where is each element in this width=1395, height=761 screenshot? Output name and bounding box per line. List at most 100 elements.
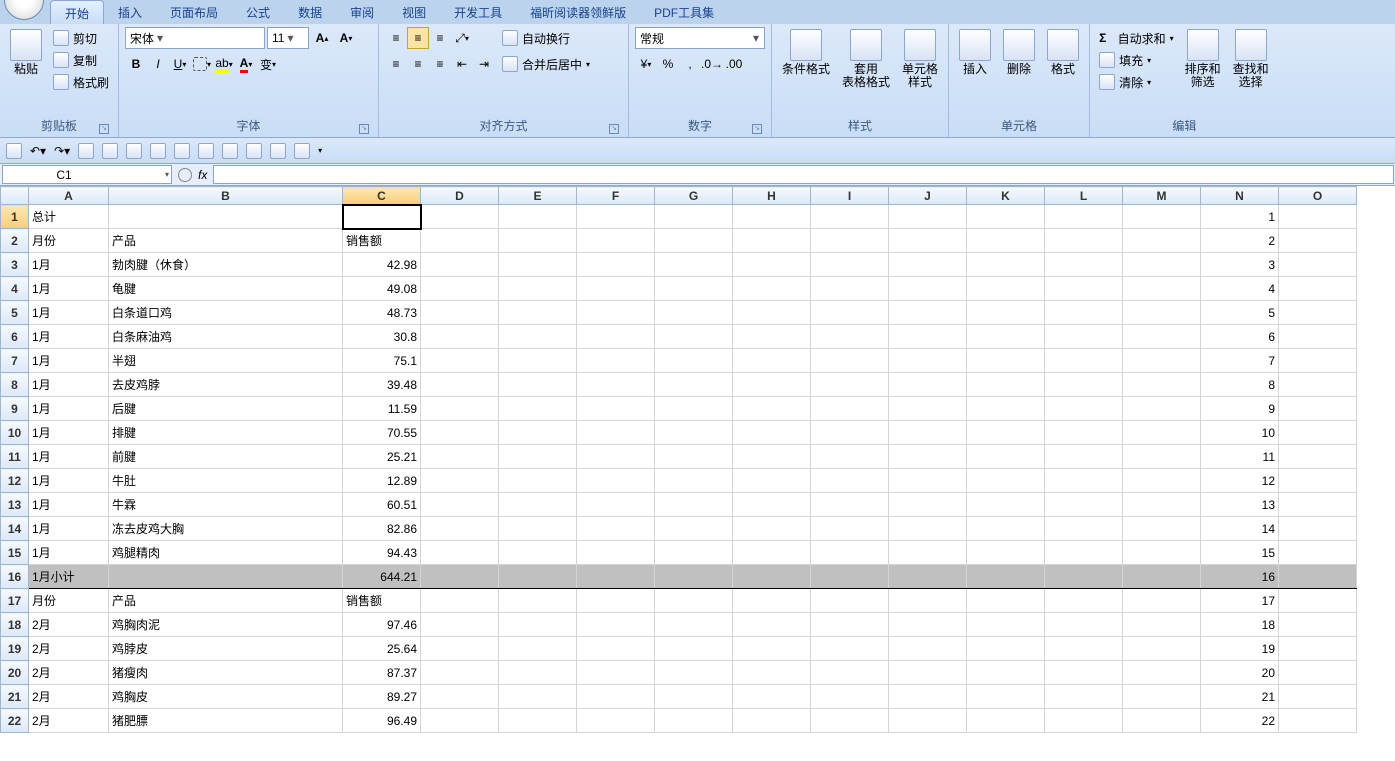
align-left-button[interactable]: ≡ [385, 53, 407, 75]
cell-E5[interactable] [499, 301, 577, 325]
cell-N8[interactable]: 8 [1201, 373, 1279, 397]
cell-G16[interactable] [655, 565, 733, 589]
tab-3[interactable]: 公式 [232, 0, 284, 24]
cell-C8[interactable]: 39.48 [343, 373, 421, 397]
find-select-button[interactable]: 查找和 选择 [1229, 27, 1273, 91]
cell-M5[interactable] [1123, 301, 1201, 325]
format-painter-button[interactable]: 格式刷 [50, 71, 112, 93]
cell-B1[interactable] [109, 205, 343, 229]
cell-O4[interactable] [1279, 277, 1357, 301]
cell-I9[interactable] [811, 397, 889, 421]
cell-L15[interactable] [1045, 541, 1123, 565]
cell-K8[interactable] [967, 373, 1045, 397]
cell-C20[interactable]: 87.37 [343, 661, 421, 685]
cell-F17[interactable] [577, 589, 655, 613]
fill-button[interactable]: 填充▾ [1096, 49, 1177, 71]
copy-button[interactable]: 复制 [50, 49, 112, 71]
cell-A2[interactable]: 月份 [29, 229, 109, 253]
clear-button[interactable]: 清除▾ [1096, 71, 1177, 93]
italic-button[interactable]: I [147, 53, 169, 75]
cell-G9[interactable] [655, 397, 733, 421]
cell-F19[interactable] [577, 637, 655, 661]
cell-H8[interactable] [733, 373, 811, 397]
cell-A15[interactable]: 1月 [29, 541, 109, 565]
cell-E22[interactable] [499, 709, 577, 733]
bold-button[interactable]: B [125, 53, 147, 75]
cell-A20[interactable]: 2月 [29, 661, 109, 685]
cell-D4[interactable] [421, 277, 499, 301]
row-header-7[interactable]: 7 [1, 349, 29, 373]
col-header-H[interactable]: H [733, 187, 811, 205]
cell-N13[interactable]: 13 [1201, 493, 1279, 517]
cell-M9[interactable] [1123, 397, 1201, 421]
cell-D15[interactable] [421, 541, 499, 565]
cell-K4[interactable] [967, 277, 1045, 301]
cell-J22[interactable] [889, 709, 967, 733]
cell-N18[interactable]: 18 [1201, 613, 1279, 637]
cell-B2[interactable]: 产品 [109, 229, 343, 253]
cell-F12[interactable] [577, 469, 655, 493]
cell-E10[interactable] [499, 421, 577, 445]
cell-K20[interactable] [967, 661, 1045, 685]
cell-H7[interactable] [733, 349, 811, 373]
cell-A5[interactable]: 1月 [29, 301, 109, 325]
grow-font-button[interactable]: A▴ [311, 27, 333, 49]
cell-N20[interactable]: 20 [1201, 661, 1279, 685]
cell-A3[interactable]: 1月 [29, 253, 109, 277]
cell-E13[interactable] [499, 493, 577, 517]
cell-M16[interactable] [1123, 565, 1201, 589]
launcher-icon[interactable]: ↘ [609, 124, 619, 134]
cell-H3[interactable] [733, 253, 811, 277]
font-name-combo[interactable]: 宋体▾ [125, 27, 265, 49]
cell-O2[interactable] [1279, 229, 1357, 253]
cell-L3[interactable] [1045, 253, 1123, 277]
cell-F13[interactable] [577, 493, 655, 517]
cell-N7[interactable]: 7 [1201, 349, 1279, 373]
cell-B9[interactable]: 后腱 [109, 397, 343, 421]
qat-icon[interactable] [150, 143, 166, 159]
cell-D1[interactable] [421, 205, 499, 229]
cell-I22[interactable] [811, 709, 889, 733]
cell-N1[interactable]: 1 [1201, 205, 1279, 229]
cell-I13[interactable] [811, 493, 889, 517]
cell-M17[interactable] [1123, 589, 1201, 613]
cell-L20[interactable] [1045, 661, 1123, 685]
cell-C22[interactable]: 96.49 [343, 709, 421, 733]
cell-G2[interactable] [655, 229, 733, 253]
row-header-6[interactable]: 6 [1, 325, 29, 349]
cell-E3[interactable] [499, 253, 577, 277]
cell-H12[interactable] [733, 469, 811, 493]
formula-input[interactable] [213, 165, 1394, 184]
cell-O3[interactable] [1279, 253, 1357, 277]
cut-button[interactable]: 剪切 [50, 27, 112, 49]
cell-E21[interactable] [499, 685, 577, 709]
accounting-button[interactable]: ¥▾ [635, 53, 657, 75]
increase-decimal-button[interactable]: .0→ [701, 53, 723, 75]
cell-J4[interactable] [889, 277, 967, 301]
cell-G1[interactable] [655, 205, 733, 229]
cell-C19[interactable]: 25.64 [343, 637, 421, 661]
cell-D11[interactable] [421, 445, 499, 469]
cell-M19[interactable] [1123, 637, 1201, 661]
cell-N16[interactable]: 16 [1201, 565, 1279, 589]
cell-N5[interactable]: 5 [1201, 301, 1279, 325]
cell-D7[interactable] [421, 349, 499, 373]
cell-G3[interactable] [655, 253, 733, 277]
conditional-format-button[interactable]: 条件格式 [778, 27, 834, 78]
cell-M13[interactable] [1123, 493, 1201, 517]
cell-B19[interactable]: 鸡脖皮 [109, 637, 343, 661]
cell-D18[interactable] [421, 613, 499, 637]
cell-A10[interactable]: 1月 [29, 421, 109, 445]
cell-M6[interactable] [1123, 325, 1201, 349]
cell-B20[interactable]: 猪瘦肉 [109, 661, 343, 685]
cell-B12[interactable]: 牛肚 [109, 469, 343, 493]
cell-F5[interactable] [577, 301, 655, 325]
cell-L8[interactable] [1045, 373, 1123, 397]
cell-C3[interactable]: 42.98 [343, 253, 421, 277]
align-top-button[interactable]: ≡ [385, 27, 407, 49]
cell-A11[interactable]: 1月 [29, 445, 109, 469]
cell-M21[interactable] [1123, 685, 1201, 709]
cell-A18[interactable]: 2月 [29, 613, 109, 637]
cell-G21[interactable] [655, 685, 733, 709]
cell-K15[interactable] [967, 541, 1045, 565]
